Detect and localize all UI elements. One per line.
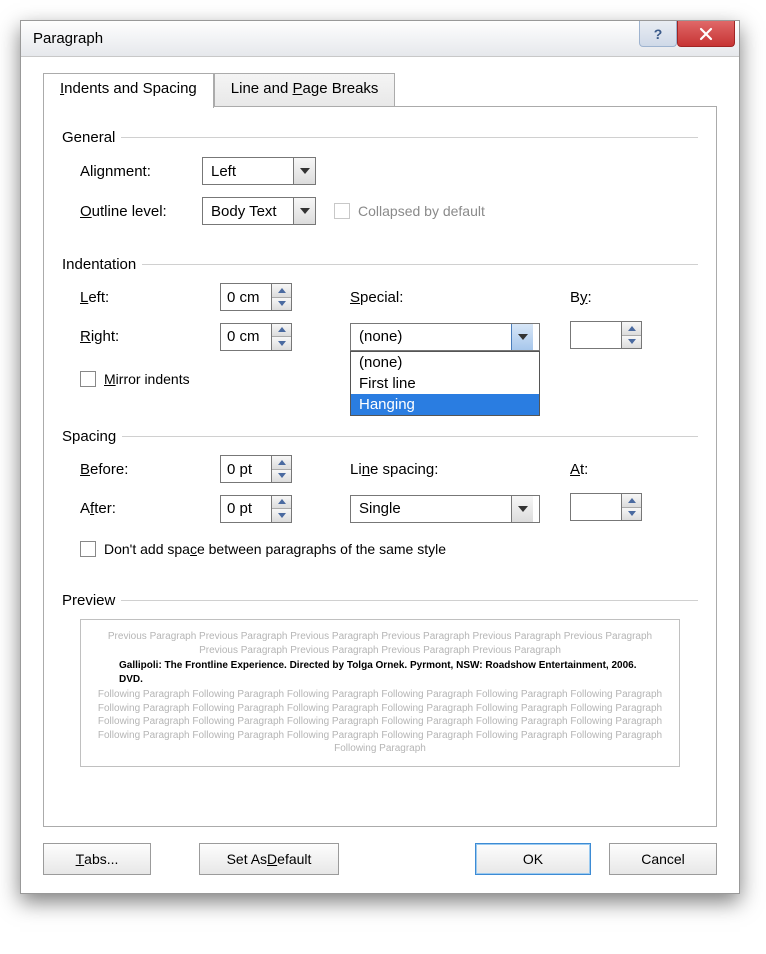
help-button[interactable]: ? bbox=[639, 21, 677, 47]
outline-level-combo[interactable]: Body Text bbox=[202, 197, 316, 225]
dont-add-space-checkbox[interactable] bbox=[80, 541, 96, 557]
set-as-default-button[interactable]: Set As Default bbox=[199, 843, 339, 875]
spin-down-icon[interactable] bbox=[622, 508, 641, 521]
collapsed-checkbox bbox=[334, 203, 350, 219]
mirror-indents-label: Mirror indents bbox=[104, 371, 190, 387]
spacing-before-spinner[interactable]: 0 pt bbox=[220, 455, 292, 483]
spacing-after-label: After: bbox=[80, 500, 220, 517]
indent-left-spinner[interactable]: 0 cm bbox=[220, 283, 292, 311]
preview-previous-text: Previous Paragraph Previous Paragraph Pr… bbox=[95, 630, 665, 657]
tab-indents-spacing[interactable]: Indents and Spacing bbox=[43, 73, 214, 108]
mirror-indents-checkbox[interactable] bbox=[80, 371, 96, 387]
line-spacing-combo[interactable]: Single bbox=[350, 495, 540, 523]
tabs-button[interactable]: Tabs... bbox=[43, 843, 151, 875]
special-combo[interactable]: (none) bbox=[350, 323, 540, 351]
spacing-at-spinner[interactable] bbox=[570, 493, 642, 521]
preview-sample-text: Gallipoli: The Frontline Experience. Dir… bbox=[95, 657, 665, 688]
spin-up-icon[interactable] bbox=[622, 494, 641, 508]
preview-following-text: Following Paragraph Following Paragraph … bbox=[95, 688, 665, 756]
chevron-down-icon[interactable] bbox=[293, 158, 315, 184]
spacing-before-label: Before: bbox=[80, 461, 220, 478]
spin-down-icon[interactable] bbox=[272, 509, 291, 522]
preview-box: Previous Paragraph Previous Paragraph Pr… bbox=[80, 619, 680, 767]
tab-content: General Alignment: Left Outline level: B… bbox=[44, 106, 716, 826]
indent-right-label: Right: bbox=[80, 328, 220, 345]
chevron-down-icon[interactable] bbox=[511, 324, 533, 350]
spin-up-icon[interactable] bbox=[622, 322, 641, 336]
indent-right-spinner[interactable]: 0 cm bbox=[220, 323, 292, 351]
indent-left-label: Left: bbox=[80, 289, 220, 306]
spin-up-icon[interactable] bbox=[272, 496, 291, 510]
tab-row: Indents and Spacing Line and Page Breaks bbox=[43, 73, 717, 107]
spin-down-icon[interactable] bbox=[622, 336, 641, 349]
spin-up-icon[interactable] bbox=[272, 284, 291, 298]
close-button[interactable] bbox=[677, 21, 735, 47]
section-indentation: Indentation bbox=[62, 256, 698, 273]
special-label: Special: bbox=[350, 289, 570, 306]
chevron-down-icon[interactable] bbox=[293, 198, 315, 224]
button-bar: Tabs... Set As Default OK Cancel bbox=[43, 843, 717, 875]
spacing-after-spinner[interactable]: 0 pt bbox=[220, 495, 292, 523]
collapsed-label: Collapsed by default bbox=[358, 203, 485, 219]
special-option-first-line[interactable]: First line bbox=[351, 373, 539, 394]
ok-button[interactable]: OK bbox=[475, 843, 591, 875]
section-preview: Preview bbox=[62, 592, 698, 609]
outline-level-label: Outline level: bbox=[80, 203, 202, 220]
spin-down-icon[interactable] bbox=[272, 298, 291, 311]
spin-down-icon[interactable] bbox=[272, 337, 291, 350]
indent-by-spinner[interactable] bbox=[570, 321, 642, 349]
dialog-body: Indents and Spacing Line and Page Breaks… bbox=[21, 57, 739, 893]
titlebar: Paragraph ? bbox=[21, 21, 739, 57]
by-label: By: bbox=[570, 289, 670, 306]
dont-add-space-label: Don't add space between paragraphs of th… bbox=[104, 541, 446, 557]
special-option-hanging[interactable]: Hanging bbox=[351, 394, 539, 415]
dialog-title: Paragraph bbox=[33, 30, 103, 47]
alignment-label: Alignment: bbox=[80, 163, 202, 180]
special-dropdown-list[interactable]: (none) First line Hanging bbox=[350, 351, 540, 416]
special-option-none[interactable]: (none) bbox=[351, 352, 539, 373]
section-general: General bbox=[62, 129, 698, 146]
spin-up-icon[interactable] bbox=[272, 456, 291, 470]
section-spacing: Spacing bbox=[62, 428, 698, 445]
chevron-down-icon[interactable] bbox=[511, 496, 533, 522]
line-spacing-label: Line spacing: bbox=[350, 461, 570, 478]
cancel-button[interactable]: Cancel bbox=[609, 843, 717, 875]
paragraph-dialog: Paragraph ? Indents and Spacing Line and… bbox=[20, 20, 740, 894]
spin-down-icon[interactable] bbox=[272, 470, 291, 483]
spin-up-icon[interactable] bbox=[272, 324, 291, 338]
at-label: At: bbox=[570, 461, 670, 478]
alignment-combo[interactable]: Left bbox=[202, 157, 316, 185]
tab-line-page-breaks[interactable]: Line and Page Breaks bbox=[214, 73, 396, 108]
